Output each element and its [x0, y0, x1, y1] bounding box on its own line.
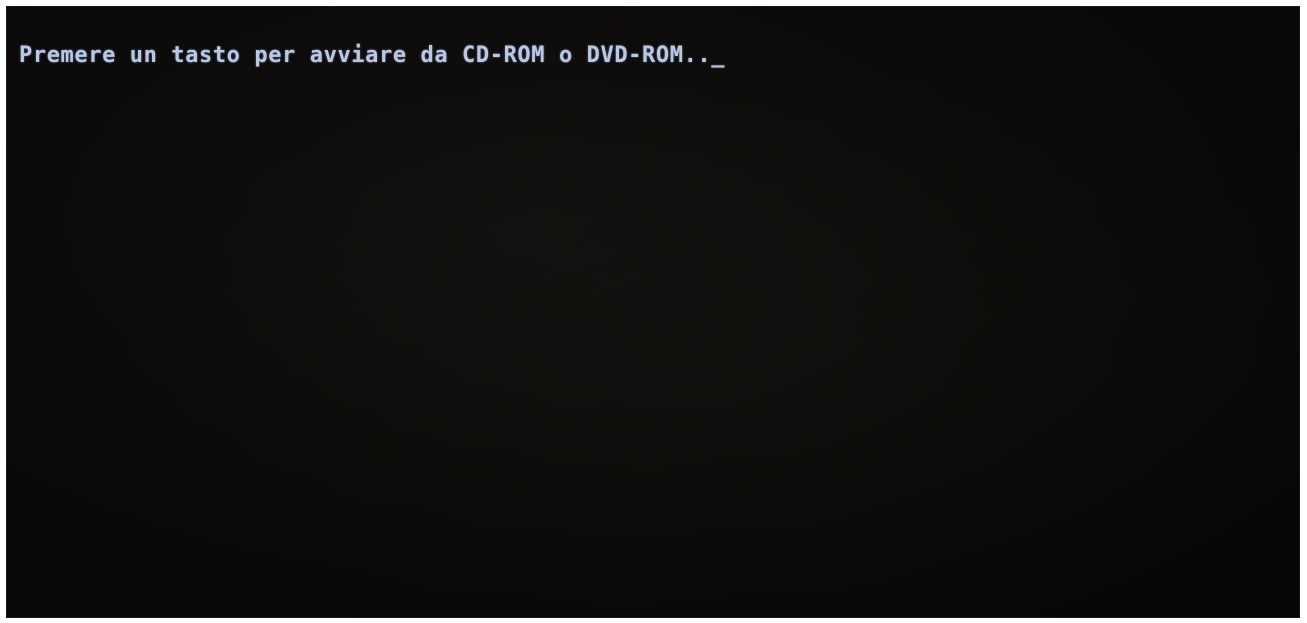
boot-prompt-line: Premere un tasto per avviare da CD-ROM o… [19, 43, 725, 69]
text-cursor: _ [711, 43, 726, 68]
boot-prompt-text: Premere un tasto per avviare da CD-ROM o… [19, 43, 712, 68]
screen-glare [7, 7, 1299, 617]
boot-screen[interactable]: Premere un tasto per avviare da CD-ROM o… [6, 6, 1300, 618]
